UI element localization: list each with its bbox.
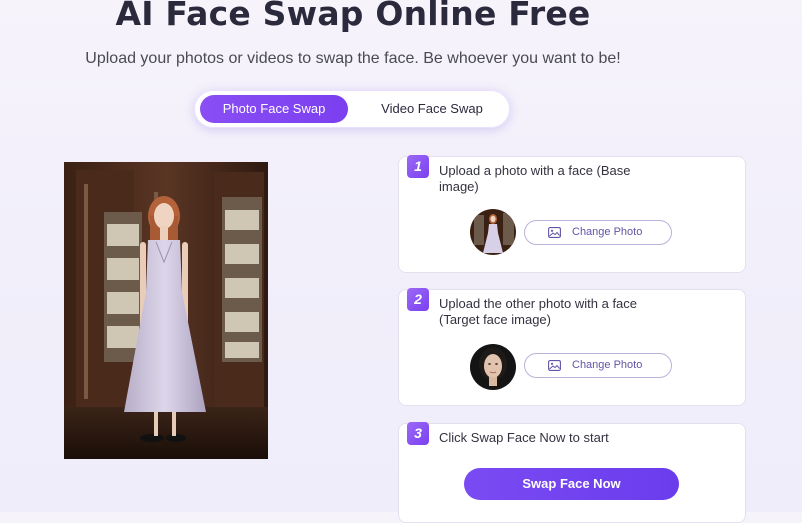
step-card-swap: 3 Click Swap Face Now to start Swap Face… (398, 422, 746, 523)
base-photo-thumb-image (470, 209, 516, 255)
step-instruction: Upload the other photo with a face (Targ… (439, 296, 638, 327)
change-photo-label: Change Photo (572, 226, 643, 238)
step-instruction: Upload a photo with a face (Base image) (439, 163, 631, 194)
step-number-badge: 1 (407, 155, 429, 178)
step-card-target-face: 2 Upload the other photo with a face (Ta… (398, 288, 746, 406)
step-number-badge: 2 (407, 288, 429, 311)
target-face-thumb-image (470, 344, 516, 390)
woman-in-dress-photo (64, 162, 268, 459)
page-subtitle: Upload your photos or videos to swap the… (85, 50, 621, 67)
result-image-preview (64, 162, 268, 459)
mode-tabs: Photo Face Swap Video Face Swap (194, 90, 510, 128)
swap-face-now-button[interactable]: Swap Face Now (464, 468, 679, 500)
tab-video-face-swap[interactable]: Video Face Swap (364, 95, 500, 123)
image-icon (548, 360, 561, 371)
base-image-thumbnail (470, 209, 516, 255)
step-card-base-image: 1 Upload a photo with a face (Base image… (398, 155, 746, 273)
step-instruction: Click Swap Face Now to start (439, 430, 609, 445)
page-title: AI Face Swap Online Free (115, 0, 591, 33)
change-photo-label: Change Photo (572, 359, 643, 371)
change-target-photo-button[interactable]: Change Photo (524, 353, 672, 378)
step-number-badge: 3 (407, 422, 429, 445)
target-face-thumbnail (470, 344, 516, 390)
tab-photo-face-swap[interactable]: Photo Face Swap (200, 95, 348, 123)
change-base-photo-button[interactable]: Change Photo (524, 220, 672, 245)
image-icon (548, 227, 561, 238)
